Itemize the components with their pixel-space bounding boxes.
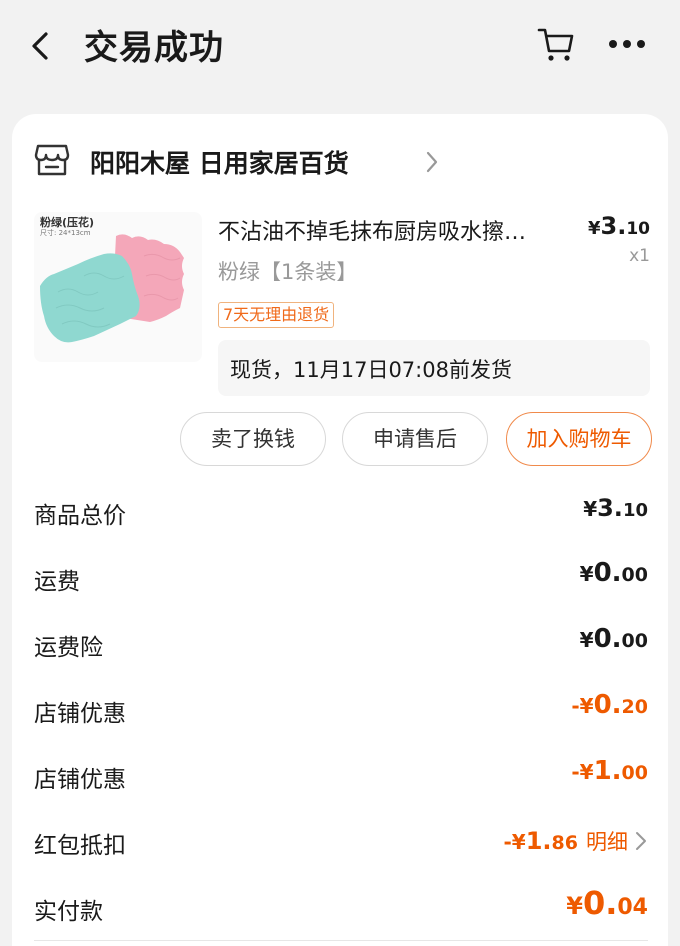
fee-decimal: 20 [621, 696, 648, 718]
fee-integer: 1. [525, 827, 552, 855]
fee-decimal: 00 [621, 762, 648, 784]
fee-value: -¥1.00 [571, 756, 648, 786]
fee-row-paid: 实付款 ¥0.04 [34, 884, 648, 928]
fee-row-shipping: 运费 ¥0.00 [34, 558, 648, 598]
paid-amount: ¥0.04 [566, 884, 648, 922]
fee-currency: -¥ [571, 694, 594, 718]
fee-currency: ¥ [583, 497, 598, 521]
fee-integer: 3. [597, 494, 623, 522]
fee-value: ¥0.00 [580, 624, 648, 654]
store-icon [34, 144, 70, 176]
product-title[interactable]: 不沾油不掉毛抹布厨房吸水擦… [218, 214, 578, 246]
fee-label: 店铺优惠 [34, 701, 126, 727]
fee-value: -¥0.20 [571, 690, 648, 720]
chevron-left-icon[interactable] [26, 30, 54, 62]
detail-label[interactable]: 明细 [586, 830, 628, 854]
fee-currency: ¥ [566, 892, 583, 920]
fee-row-redpacket: 红包抵扣 -¥1.86 明细 [34, 822, 648, 862]
shipping-info: 现货，11月17日07:08前发货 [218, 340, 650, 396]
divider [34, 940, 648, 941]
return-policy-badge: 7天无理由退货 [218, 302, 335, 328]
top-bar: 交易成功 [0, 0, 680, 92]
more-dots-icon[interactable] [606, 36, 648, 52]
product-quantity: x1 [629, 246, 650, 266]
chevron-right-icon[interactable] [634, 830, 648, 852]
page-title: 交易成功 [84, 28, 224, 68]
fee-decimal: 00 [621, 564, 648, 586]
fee-currency: ¥ [579, 562, 594, 586]
product-thumbnail[interactable]: 粉绿(压花) 尺寸: 24*13cm [34, 212, 202, 362]
towel-image [40, 234, 184, 343]
shop-header[interactable]: 阳阳木屋 日用家居百货 [34, 140, 534, 184]
fee-row-insurance: 运费险 ¥0.00 [34, 624, 648, 664]
fee-row-shop-discount: 店铺优惠 -¥1.00 [34, 756, 648, 796]
chevron-right-icon[interactable] [424, 150, 440, 174]
shopping-cart-icon[interactable] [536, 24, 576, 64]
fee-decimal: 10 [622, 500, 648, 521]
fee-label: 运费险 [34, 635, 103, 661]
fee-value: ¥0.00 [580, 558, 648, 588]
shipping-text: 现货，11月17日07:08前发货 [230, 358, 512, 382]
fee-decimal: 00 [621, 630, 648, 652]
price-decimal: 10 [626, 219, 650, 239]
fee-integer: 0. [582, 884, 618, 922]
fee-label: 商品总价 [34, 503, 126, 529]
price-currency: ¥ [587, 218, 601, 239]
fee-currency: -¥ [503, 830, 526, 854]
price-integer: 3. [600, 212, 627, 240]
fee-decimal: 04 [617, 895, 648, 920]
fee-currency: ¥ [579, 628, 594, 652]
add-to-cart-button[interactable]: 加入购物车 [506, 412, 652, 466]
fee-integer: 0. [593, 558, 622, 588]
order-card: 阳阳木屋 日用家居百货 粉绿(压花) 尺寸: 24*13cm 不沾油不掉毛抹布厨… [12, 114, 668, 946]
fee-currency: -¥ [571, 760, 594, 784]
fee-row-total: 商品总价 ¥3.10 [34, 492, 648, 532]
fee-integer: 0. [593, 690, 622, 720]
fee-integer: 0. [593, 624, 622, 654]
after-sale-button[interactable]: 申请售后 [342, 412, 488, 466]
fee-label: 运费 [34, 569, 80, 595]
fee-label: 店铺优惠 [34, 767, 126, 793]
fee-integer: 1. [593, 756, 622, 786]
fee-value: -¥1.86 [504, 827, 579, 855]
product-spec: 粉绿【1条装】 [218, 260, 358, 284]
shop-name[interactable]: 阳阳木屋 日用家居百货 [90, 144, 349, 180]
fee-row-shop-discount: 店铺优惠 -¥0.20 [34, 690, 648, 730]
fee-decimal: 86 [551, 832, 578, 854]
fee-label: 实付款 [34, 899, 103, 925]
redpacket-detail-link[interactable]: -¥1.86 明细 [504, 826, 649, 856]
fee-label: 红包抵扣 [34, 833, 126, 859]
sell-button[interactable]: 卖了换钱 [180, 412, 326, 466]
product-price: ¥3.10 [588, 212, 650, 240]
fee-value: ¥3.10 [583, 494, 648, 522]
